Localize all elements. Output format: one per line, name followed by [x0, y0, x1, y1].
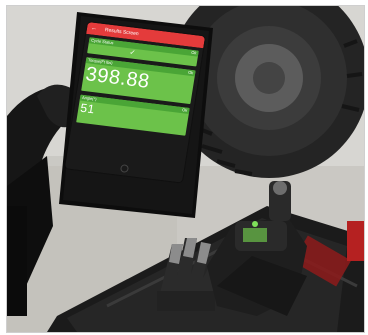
torque-state: Ok: [187, 69, 194, 76]
home-button[interactable]: [119, 164, 130, 173]
cycle-status-state: Ok: [190, 49, 197, 56]
angle-state: Ok: [181, 107, 188, 113]
checkmark-icon: ✓: [128, 49, 136, 57]
screen-body: Cycle Status Ok ✓ Torque(Ft lbs) Ok 398.…: [64, 33, 204, 183]
arrow-left-icon[interactable]: ←: [91, 25, 98, 32]
screen-title: Results Screen: [104, 27, 140, 38]
tablet-screen: ← Results Screen Cycle Status Ok ✓ Torqu…: [64, 22, 206, 183]
photo-frame: ← Results Screen Cycle Status Ok ✓ Torqu…: [6, 5, 365, 333]
cycle-status-label: Cycle Status: [90, 37, 114, 46]
